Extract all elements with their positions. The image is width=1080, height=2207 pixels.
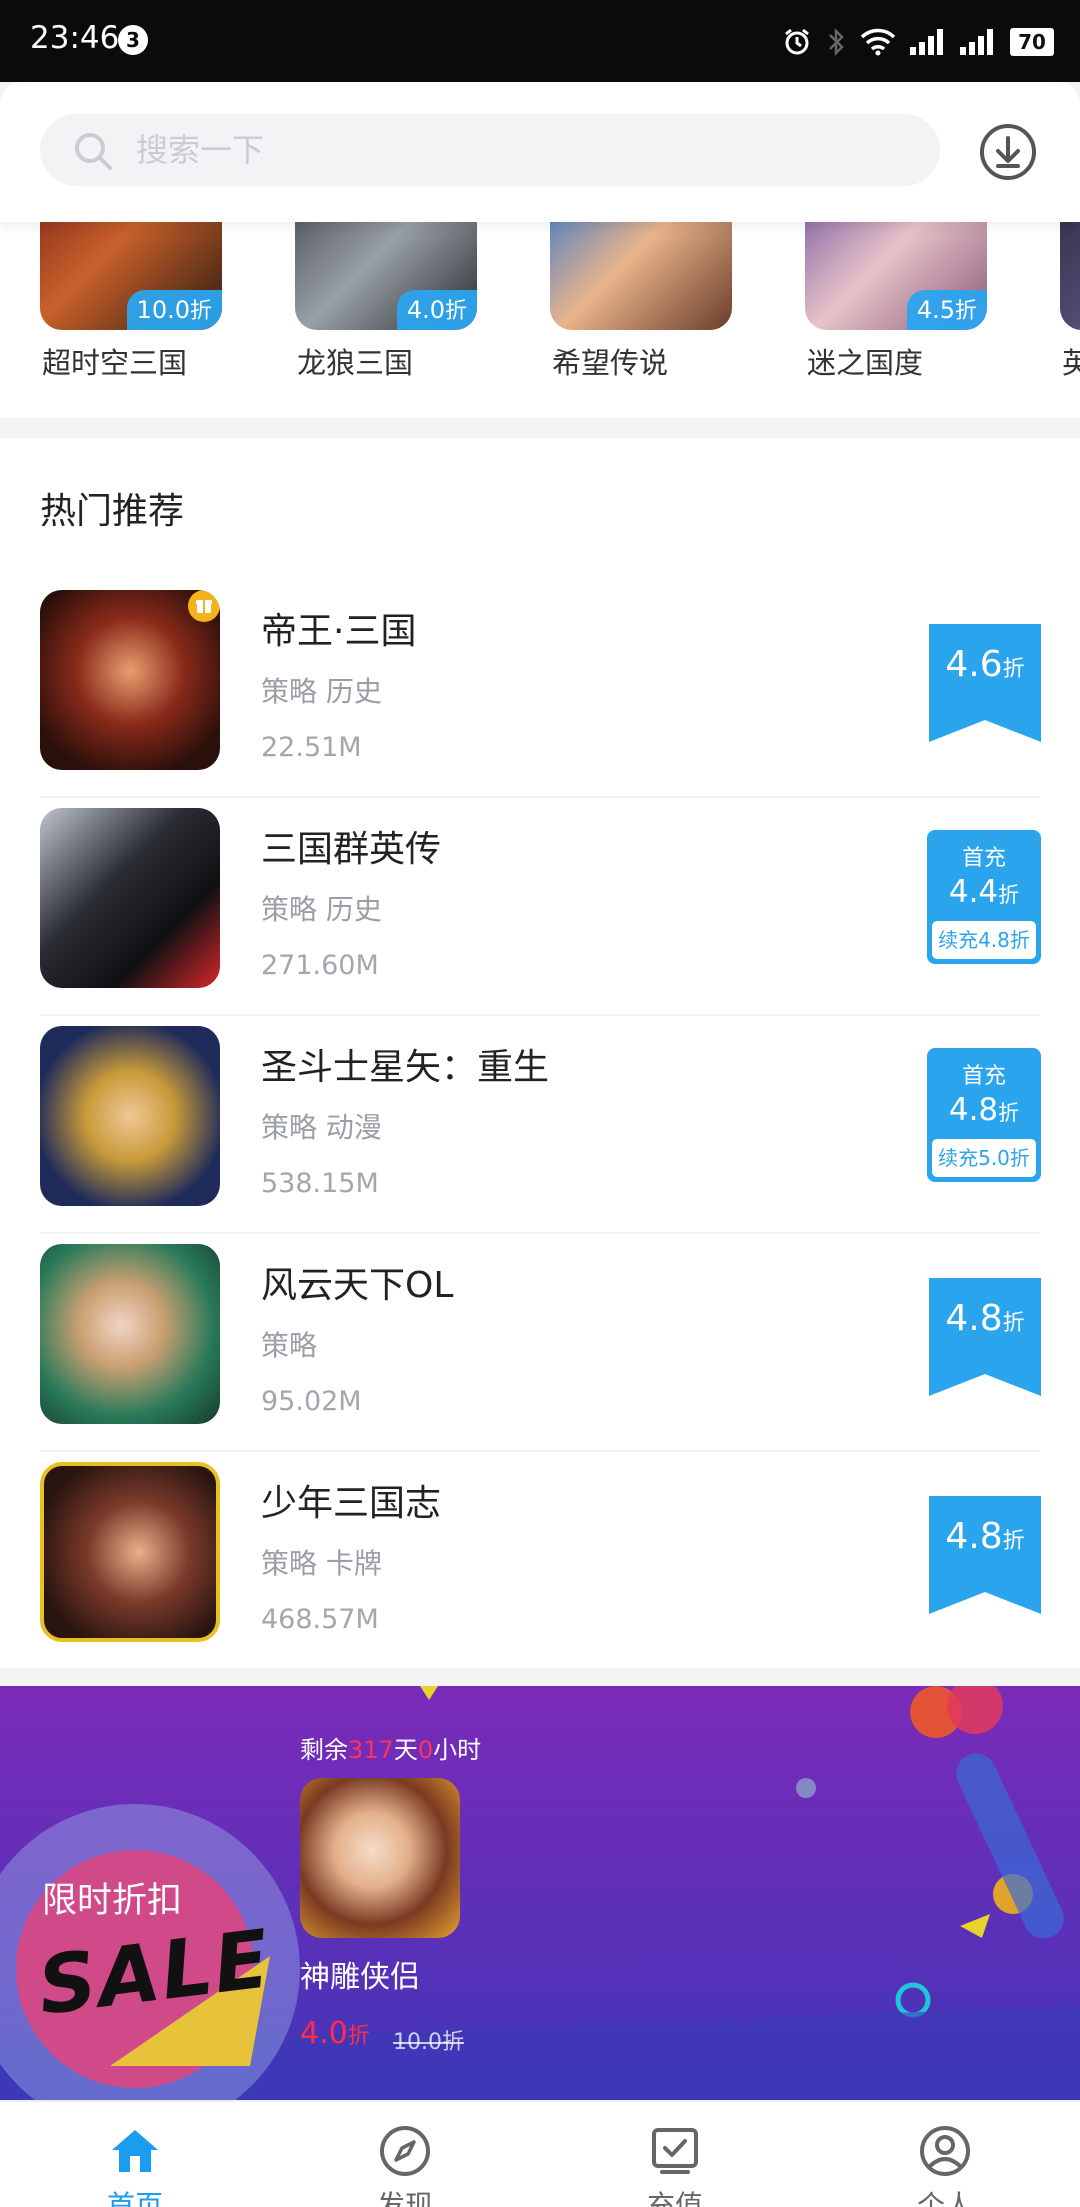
app-list-item[interactable]: 帝王·三国 策略 历史 22.51M 4.6折	[0, 580, 1080, 798]
first-charge-badge[interactable]: 首充 4.4折 续充4.8折	[927, 830, 1041, 964]
user-icon	[918, 2124, 972, 2178]
nav-home[interactable]: 首页	[0, 2102, 270, 2207]
discount-ribbon-badge[interactable]: 4.8折	[929, 1278, 1041, 1396]
alarm-icon	[782, 27, 812, 57]
game-name: 英	[1062, 346, 1080, 380]
nav-profile[interactable]: 个人	[810, 2102, 1080, 2207]
app-icon-image	[40, 1462, 220, 1642]
app-list-item[interactable]: 风云天下OL 策略 95.02M 4.8折	[0, 1234, 1080, 1452]
app-size: 95.02M	[261, 1386, 362, 1417]
app-size: 22.51M	[261, 732, 362, 763]
app-tags: 策略 动漫	[261, 1111, 382, 1144]
renew-discount: 续充5.0折	[932, 1139, 1036, 1177]
app-icon-image	[40, 1026, 220, 1206]
promo-game-name: 神雕侠侣	[300, 1960, 420, 1995]
app-list-item[interactable]: 圣斗士星矢：重生 策略 动漫 538.15M 首充 4.8折 续充5.0折	[0, 1016, 1080, 1234]
game-name: 迷之国度	[807, 346, 924, 380]
nav-discover[interactable]: 发现	[270, 2102, 540, 2207]
home-icon	[108, 2124, 162, 2178]
game-cover-image	[550, 222, 732, 330]
status-time: 23:46	[30, 20, 120, 56]
app-name: 帝王·三国	[261, 611, 417, 652]
app-list-item[interactable]: 少年三国志 策略 卡牌 468.57M 4.8折	[0, 1452, 1080, 1670]
promo-original-price: 10.0折	[393, 2030, 464, 2055]
search-bar[interactable]	[40, 114, 940, 186]
app-name: 圣斗士星矢：重生	[261, 1047, 550, 1088]
nav-recharge[interactable]: 充值	[540, 2102, 810, 2207]
app-name: 三国群英传	[261, 829, 442, 870]
first-charge-discount: 4.4折	[948, 874, 1020, 910]
discount-badge: 4.0折	[396, 290, 477, 330]
game-cover-image	[1060, 222, 1080, 330]
app-tags: 策略 历史	[261, 893, 382, 926]
game-name: 超时空三国	[42, 346, 188, 380]
limited-sale-banner[interactable]: 剩余317天0小时 限时折扣 SALE 神雕侠侣 4.0折 10.0折	[0, 1686, 1080, 2100]
app-icon-image	[40, 1244, 220, 1424]
status-icons: 70	[782, 22, 1054, 62]
app-tags: 策略 历史	[261, 675, 382, 708]
recharge-icon	[648, 2124, 702, 2178]
section-title: 热门推荐	[40, 491, 185, 532]
app-size: 468.57M	[261, 1604, 379, 1635]
download-manager-button[interactable]	[978, 122, 1038, 182]
discount-ribbon-badge[interactable]: 4.8折	[929, 1496, 1041, 1614]
discount-badge: 10.0折	[126, 290, 222, 330]
featured-games-strip: 10.0折 超时空三国 4.0折 龙狼三国 希望传说 4.5折 迷之国度 英	[0, 222, 1080, 418]
app-list-item[interactable]: 三国群英传 策略 历史 271.60M 首充 4.4折 续充4.8折	[0, 798, 1080, 1016]
app-header	[0, 82, 1080, 222]
promo-label: 限时折扣	[42, 1881, 183, 1921]
notification-count-badge: 3	[118, 25, 148, 55]
app-tags: 策略	[261, 1329, 318, 1362]
app-name: 少年三国志	[261, 1483, 442, 1524]
app-icon-image	[40, 590, 220, 770]
download-icon	[978, 124, 1038, 186]
first-charge-badge[interactable]: 首充 4.8折 续充5.0折	[927, 1048, 1041, 1182]
discount-ribbon-badge[interactable]: 4.6折	[929, 624, 1041, 742]
app-size: 271.60M	[261, 950, 379, 981]
game-name: 希望传说	[552, 346, 669, 380]
hot-recommend-section: 热门推荐 帝王·三国 策略 历史 22.51M 4.6折 三国群英传 策略 历史…	[0, 438, 1080, 1668]
discount-badge: 4.5折	[906, 290, 987, 330]
compass-icon	[378, 2124, 432, 2178]
bottom-navigation: 首页 发现 充值 个人	[0, 2100, 1080, 2207]
app-size: 538.15M	[261, 1168, 379, 1199]
first-charge-discount: 4.8折	[948, 1092, 1020, 1128]
nav-label: 个人	[916, 2189, 973, 2207]
first-charge-label: 首充	[961, 846, 1006, 871]
game-cover-image: 4.0折	[295, 222, 477, 330]
battery-icon: 70	[1010, 28, 1054, 56]
search-icon	[72, 130, 114, 176]
game-cover-image: 4.5折	[805, 222, 987, 330]
promo-price: 4.0折	[300, 2016, 370, 2051]
nav-label: 首页	[106, 2189, 163, 2207]
app-icon-image	[40, 808, 220, 988]
app-name: 风云天下OL	[261, 1265, 454, 1306]
wifi-icon	[860, 28, 896, 56]
signal-icon-2	[960, 29, 996, 55]
nav-label: 充值	[646, 2189, 703, 2207]
nav-label: 发现	[376, 2189, 433, 2207]
promo-countdown: 剩余317天0小时	[300, 1736, 482, 1764]
promo-game-icon[interactable]	[300, 1778, 460, 1938]
gift-icon	[188, 590, 220, 622]
first-charge-label: 首充	[961, 1064, 1006, 1089]
game-name: 龙狼三国	[297, 346, 414, 380]
status-bar: 23:46 3 70	[0, 0, 1080, 82]
game-cover-image: 10.0折	[40, 222, 222, 330]
bluetooth-icon	[826, 27, 846, 57]
search-input[interactable]	[136, 114, 916, 186]
app-tags: 策略 卡牌	[261, 1547, 382, 1580]
renew-discount: 续充4.8折	[932, 921, 1036, 959]
signal-icon	[910, 29, 946, 55]
